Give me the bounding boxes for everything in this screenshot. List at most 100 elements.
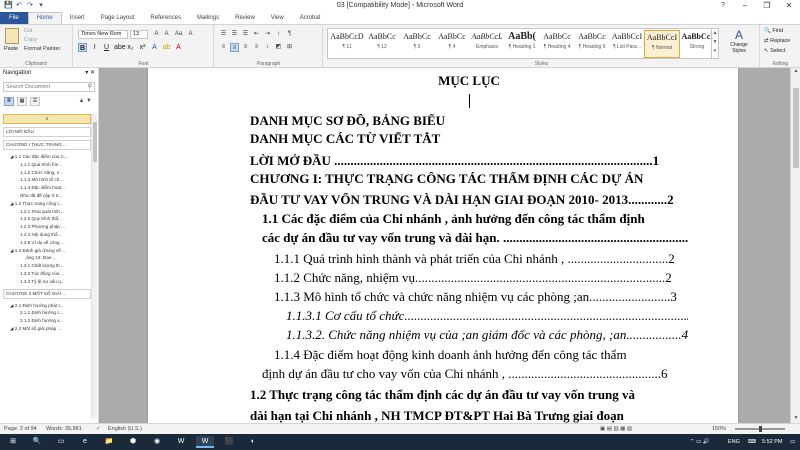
replace-button[interactable]: ⇄ Replace xyxy=(764,38,790,44)
chrome-icon[interactable]: ◉ xyxy=(148,436,166,448)
nav-heading-item[interactable]: 1.2.5 Ví dụ về công ... xyxy=(3,239,91,247)
toc-entry[interactable]: 1.1.2 Chức năng, nhiệm vụ...............… xyxy=(250,271,688,285)
task-view-icon[interactable]: ▭ xyxy=(52,436,70,448)
nav-heading-item[interactable]: 1.2.3 Phương pháp ... xyxy=(3,223,91,231)
underline-button[interactable]: U xyxy=(102,43,111,52)
style-tile-9[interactable]: AaBbCcI ¶ Normal xyxy=(644,30,680,58)
tab-acrobat[interactable]: Acrobat xyxy=(292,12,329,24)
toc-entry[interactable]: DANH MỤC SƠ ĐỒ, BẢNG BIỂU xyxy=(250,114,688,128)
undo-icon[interactable]: ↶ xyxy=(15,2,23,10)
app-icon-3[interactable]: ◐ xyxy=(244,436,262,448)
tray-language[interactable]: ENG xyxy=(728,434,740,450)
italic-button[interactable]: I xyxy=(90,43,99,52)
style-tile-4[interactable]: AaBbCcL Emphasis xyxy=(469,30,505,58)
cut-button[interactable]: Cut xyxy=(24,28,33,34)
toc-entry[interactable]: 1.1.3 Mô hình tổ chức và chức năng nhiệm… xyxy=(250,290,688,304)
tray-icons[interactable]: ⌃ ▭ 🔊 xyxy=(690,434,710,450)
text-effects-button[interactable]: A xyxy=(150,43,159,52)
vertical-scrollbar[interactable]: ▲ ▼ xyxy=(790,68,800,423)
scroll-up-icon[interactable]: ▲ xyxy=(791,68,800,76)
subscript-button[interactable]: x₂ xyxy=(126,43,135,52)
restore-button[interactable]: ❐ xyxy=(756,0,778,12)
nav-heading-item[interactable]: 1.3.3 Tỷ lệ nợ xấu q... xyxy=(3,278,91,286)
change-case-icon[interactable]: Aa xyxy=(174,30,183,39)
style-tile-1[interactable]: AaBbCc ¶ 12 xyxy=(364,30,400,58)
search-icon[interactable]: ⚲ xyxy=(88,83,92,91)
nav-heading-item[interactable]: 1.1.2 Chức năng, n... xyxy=(3,169,91,177)
toc-entry[interactable]: 1.1.4 Đặc điểm hoạt động kinh doanh ảnh … xyxy=(250,348,688,362)
vertical-scroll-thumb[interactable] xyxy=(793,88,799,168)
borders-button[interactable]: ⊞ xyxy=(285,43,294,52)
nav-prev-next-icon[interactable]: ▲ ▼ xyxy=(78,98,92,104)
toc-entry[interactable]: 1.1 Các đặc điểm của Chi nhánh , ảnh hưở… xyxy=(250,212,688,226)
document-page[interactable]: MỤC LỤC DANH MỤC SƠ ĐỒ, BẢNG BIỂU DANH MỤ… xyxy=(148,68,738,423)
justify-button[interactable]: ≡ xyxy=(252,43,261,52)
tab-page-layout[interactable]: Page Layout xyxy=(93,12,143,24)
superscript-button[interactable]: x² xyxy=(138,43,147,52)
close-button[interactable]: ✕ xyxy=(778,0,800,12)
nav-heading-item[interactable]: LỜI MỞ ĐẦU xyxy=(3,127,91,137)
align-left-button[interactable]: ≡ xyxy=(219,43,228,52)
nav-heading-item[interactable]: 2.1.1 Định hướng c... xyxy=(3,309,91,317)
copy-button[interactable]: Copy xyxy=(24,37,37,43)
nav-scroll-thumb[interactable] xyxy=(93,122,97,162)
toc-entry[interactable]: CHƯƠNG I: THỰC TRẠNG CÔNG TÁC THẨM ĐỊNH … xyxy=(250,172,688,186)
help-button[interactable]: ? xyxy=(712,0,734,12)
clock[interactable]: 5:52 PM xyxy=(762,434,782,450)
nav-heading-item[interactable]: 1.2.1 Khái quát tình... xyxy=(3,208,91,216)
toc-entry[interactable]: DANH MỤC CÁC TỪ VIẾT TẮT xyxy=(250,132,688,146)
nav-item-selected[interactable]: ≡ xyxy=(3,114,91,124)
proofing-icon[interactable]: ✓ xyxy=(96,424,101,434)
shrink-font-icon[interactable]: A xyxy=(162,30,171,39)
increase-indent-button[interactable]: ⇥ xyxy=(263,30,272,39)
tray-keyboard-icon[interactable]: ⌨ xyxy=(748,434,756,450)
nav-heading-item[interactable]: 1.3.1 Chất lượng th... xyxy=(3,262,91,270)
page-count[interactable]: Page: 2 of 94 xyxy=(4,424,37,434)
bullets-button[interactable]: ☰ xyxy=(219,30,228,39)
tab-mailings[interactable]: Mailings xyxy=(189,12,227,24)
font-name-select[interactable]: Times New Rom xyxy=(78,30,128,39)
nav-heading-item[interactable]: 1.2.4 Nội dung thẩ... xyxy=(3,231,91,239)
nav-heading-item[interactable]: ◢ 2.2 Một số giải pháp ... xyxy=(3,325,91,333)
nav-close-icon[interactable]: ▾ ✕ xyxy=(85,68,95,78)
format-painter-button[interactable]: Format Painter xyxy=(24,46,60,52)
toc-entry[interactable]: 1.1.3.2. Chức năng nhiệm vụ của ;an giám… xyxy=(250,328,688,342)
style-tile-5[interactable]: AaBb(¶ Heading 1 xyxy=(504,30,540,58)
search-icon[interactable]: 🔍 xyxy=(28,436,46,448)
nav-scrollbar[interactable] xyxy=(91,114,97,419)
nav-heading-item[interactable]: CHƯƠNG II MỘT SỐ GIẢI ... xyxy=(3,288,91,299)
tab-references[interactable]: References xyxy=(142,12,189,24)
toc-entry[interactable]: các dự án đầu tư vay vốn trung và dài hạ… xyxy=(250,231,688,245)
toc-entry[interactable]: 1.1.3.1 Cơ cấu tổ chức..................… xyxy=(250,309,688,323)
tab-home[interactable]: Home xyxy=(27,12,62,24)
nav-heading-item[interactable]: CHƯƠNG I THỰC TRẠNG ... xyxy=(3,140,91,150)
results-view-icon[interactable]: ☰ xyxy=(30,97,40,106)
app-icon-2[interactable]: ⬛ xyxy=(220,436,238,448)
align-right-button[interactable]: ≡ xyxy=(241,43,250,52)
nav-heading-item[interactable]: 1.1.4 Đặc điểm hoạt... xyxy=(3,184,91,192)
pages-view-icon[interactable]: ▦ xyxy=(17,97,27,106)
strikethrough-button[interactable]: abe xyxy=(114,43,126,52)
save-icon[interactable]: 💾 xyxy=(4,2,13,10)
word-icon[interactable]: W xyxy=(172,436,190,448)
nav-heading-item[interactable]: 2.1.2 Định hướng v... xyxy=(3,317,91,325)
select-button[interactable]: ↖ Select xyxy=(764,48,785,54)
nav-heading-item[interactable]: 1.2.2 Quy trình thẩ... xyxy=(3,215,91,223)
headings-view-icon[interactable]: ≣ xyxy=(4,97,14,106)
language[interactable]: English (U.S.) xyxy=(108,424,142,434)
change-styles-button[interactable]: A Change Styles xyxy=(724,28,754,54)
grow-font-icon[interactable]: A xyxy=(152,30,161,39)
tab-view[interactable]: View xyxy=(263,12,292,24)
align-center-button[interactable]: ≡ xyxy=(230,43,239,52)
styles-scroll[interactable]: ▲ ▼ ▾ xyxy=(711,29,718,58)
numbering-button[interactable]: ☰ xyxy=(230,30,239,39)
toc-entry[interactable]: LỜI MỞ ĐẦU .............................… xyxy=(250,154,688,168)
paste-icon[interactable] xyxy=(5,28,19,44)
zoom-slider-thumb[interactable] xyxy=(758,426,762,432)
nav-heading-item[interactable]: ◢ 1.2 Thực trạng công t... xyxy=(3,200,91,208)
customize-qat-icon[interactable]: ▾ xyxy=(37,2,45,10)
tab-insert[interactable]: Insert xyxy=(62,12,93,24)
paste-button[interactable]: Paste xyxy=(4,46,18,52)
bold-button[interactable]: B xyxy=(78,43,87,52)
decrease-indent-button[interactable]: ⇤ xyxy=(252,30,261,39)
